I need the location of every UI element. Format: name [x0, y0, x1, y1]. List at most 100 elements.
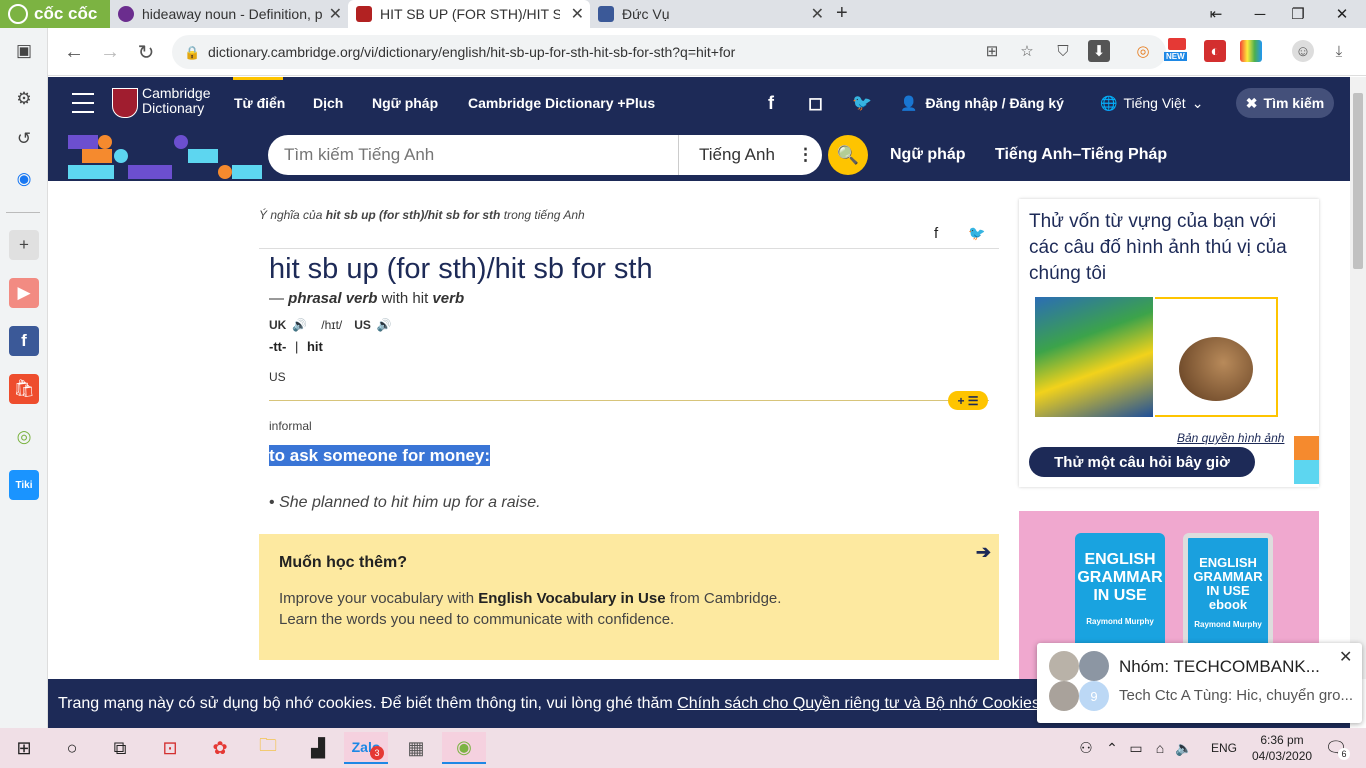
language-selector[interactable]: 🌐 Tiếng Việt ⌄	[1100, 77, 1203, 129]
cambridge-crest-icon	[112, 88, 138, 118]
nav-grammar[interactable]: Ngữ pháp	[372, 77, 438, 129]
chrome-ext-icon[interactable]: ◎	[1132, 40, 1154, 62]
forward-icon[interactable]: →	[94, 36, 126, 68]
download-page-icon[interactable]: ⬇	[1088, 40, 1110, 62]
news-extension-icon[interactable]: NEW	[1164, 38, 1190, 62]
tabs-menu-icon[interactable]: ⇤	[1194, 0, 1238, 28]
add-app-icon[interactable]: +	[9, 230, 39, 260]
twitter-icon[interactable]: 🐦	[852, 77, 872, 129]
inflection-1: -tt-	[269, 339, 287, 354]
back-icon[interactable]: ←	[58, 36, 90, 68]
share-facebook-icon[interactable]: f	[934, 225, 938, 242]
close-window-button[interactable]: ✕	[1320, 0, 1364, 28]
start-windows-icon[interactable]: ⊞	[2, 732, 46, 764]
translate-icon[interactable]: ⊞	[981, 40, 1003, 62]
close-tab-icon[interactable]: ✕	[329, 4, 342, 24]
screenshot-ext-icon[interactable]: ◐	[1204, 40, 1226, 62]
downloads-icon[interactable]: ⤓	[1328, 40, 1350, 62]
new-tab-button[interactable]: +	[836, 2, 848, 25]
search-language-dropdown[interactable]: Tiếng Anh ⋮	[678, 135, 822, 175]
learn-text-a: Improve your vocabulary with	[279, 590, 475, 607]
share-twitter-icon[interactable]: 🐦	[968, 225, 985, 242]
maximize-button[interactable]: ❐	[1276, 0, 1320, 28]
messenger-icon[interactable]: ◉	[9, 164, 39, 194]
learn-more-box[interactable]: Muốn học thêm? Improve your vocabulary w…	[259, 534, 999, 660]
app-icon[interactable]: ⊡	[148, 732, 192, 764]
oxford-favicon-icon	[118, 6, 134, 22]
arrow-right-icon[interactable]: ➔	[976, 542, 991, 563]
meaning-caption: Ý nghĩa của hit sb up (for sth)/hit sb f…	[259, 208, 585, 222]
example-bullet: •	[269, 494, 275, 511]
instagram-icon[interactable]: ◻	[808, 77, 823, 129]
cookie-policy-link[interactable]: Chính sách cho Quyền riêng tư và Bộ nhớ …	[677, 695, 1040, 713]
action-center-icon[interactable]: 🗨 6	[1316, 732, 1356, 764]
parrot-image	[1035, 297, 1153, 417]
browser-toolbar: ← → ↻ 🔒 dictionary.cambridge.org/vi/dict…	[48, 28, 1366, 76]
coccoc-map-icon[interactable]: ◎	[9, 422, 39, 452]
notification-count: 6	[1338, 748, 1350, 760]
hamburger-menu-icon[interactable]	[72, 93, 94, 113]
shield-icon[interactable]: ⛉	[1052, 40, 1074, 62]
quiz-button[interactable]: Thử một câu hỏi bây giờ	[1029, 447, 1255, 477]
clock-time: 6:36 pm	[1260, 733, 1304, 747]
close-icon[interactable]: ✕	[1339, 647, 1352, 667]
close-icon: ✖	[1245, 94, 1258, 111]
history-icon[interactable]: ↺	[9, 124, 39, 154]
volume-icon[interactable]: 🔈	[1172, 732, 1196, 764]
learn-book-link[interactable]: English Vocabulary in Use	[478, 590, 665, 607]
zalo-icon[interactable]: Zalo 3	[344, 732, 388, 764]
coccoc-taskbar-icon[interactable]: ◉	[442, 732, 486, 764]
strip-link-grammar[interactable]: Ngữ pháp	[890, 129, 966, 181]
search-button[interactable]: 🔍	[828, 135, 868, 175]
color-ext-icon[interactable]	[1240, 40, 1262, 62]
paint-icon[interactable]: ✿	[198, 732, 242, 764]
settings-icon[interactable]: ⚙	[9, 84, 39, 114]
us-audio-icon[interactable]: 🔊	[377, 318, 392, 332]
search-input[interactable]	[284, 135, 664, 175]
avatar	[1079, 651, 1109, 681]
user-icon: 👤	[900, 94, 918, 111]
login-link[interactable]: 👤 Đăng nhập / Đăng ký	[900, 77, 1064, 129]
youtube-icon[interactable]: ▶	[9, 278, 39, 308]
strip-link-en-fr[interactable]: Tiếng Anh–Tiếng Pháp	[995, 129, 1167, 181]
clock[interactable]: 6:36 pm 04/03/2020	[1252, 732, 1312, 764]
nav-translate[interactable]: Dịch	[313, 77, 343, 129]
facebook-icon[interactable]: f	[9, 326, 39, 356]
page-scrollbar[interactable]	[1350, 77, 1366, 679]
add-to-list-button[interactable]: + ☰	[948, 391, 988, 410]
chat-notification[interactable]: 9 Nhóm: TECHCOMBANK... Tech Ctc A Tùng: …	[1037, 643, 1362, 723]
bookmark-star-icon[interactable]: ☆	[1016, 40, 1038, 62]
facebook-icon[interactable]: f	[768, 77, 774, 129]
tab-cambridge[interactable]: HIT SB UP (FOR STH)/HIT SB F ✕	[348, 0, 590, 28]
site-logo[interactable]: Cambridge Dictionary	[142, 86, 210, 116]
scroll-thumb[interactable]	[1353, 93, 1363, 269]
app-icon-2[interactable]: ▦	[394, 732, 438, 764]
battery-icon[interactable]: ▭	[1124, 732, 1148, 764]
ad-book1-title: ENGLISH GRAMMAR IN USE	[1077, 551, 1163, 604]
network-icon[interactable]: ⌂	[1148, 732, 1172, 764]
uk-audio-icon[interactable]: 🔊	[292, 318, 307, 332]
profile-avatar[interactable]: ☺	[1292, 40, 1314, 62]
nav-plus[interactable]: Cambridge Dictionary +Plus	[468, 77, 655, 129]
chevron-up-icon[interactable]: ⌃	[1100, 732, 1124, 764]
sidebar-panel-icon[interactable]: ▣	[9, 36, 39, 66]
tab-hideaway[interactable]: hideaway noun - Definition, p ✕	[110, 0, 348, 28]
browser-menu-button[interactable]: cốc cốc	[0, 0, 110, 28]
avatar-count: 9	[1079, 681, 1109, 711]
close-tab-icon[interactable]: ✕	[571, 4, 584, 24]
tiki-icon[interactable]: Tiki	[9, 470, 39, 500]
image-credit[interactable]: Bản quyền hình ảnh	[1177, 431, 1284, 445]
shopee-icon[interactable]: 🛍	[9, 374, 39, 404]
tab-bar: cốc cốc hideaway noun - Definition, p ✕ …	[0, 0, 1366, 28]
search-circle-icon[interactable]: ○	[50, 732, 94, 764]
file-explorer-icon[interactable]: 🗀	[246, 732, 290, 764]
notes-icon[interactable]: ▟	[296, 732, 340, 764]
tab-facebook[interactable]: Đức Vụ ✕	[590, 0, 830, 28]
nav-dictionary[interactable]: Từ điển	[234, 77, 285, 129]
reload-icon[interactable]: ↻	[130, 36, 162, 68]
input-language[interactable]: ENG	[1204, 732, 1244, 764]
search-box: Tiếng Anh ⋮	[268, 135, 822, 175]
close-tab-icon[interactable]: ✕	[811, 4, 824, 24]
task-view-icon[interactable]: ⧉	[98, 732, 142, 764]
search-toggle-button[interactable]: ✖ Tìm kiếm	[1236, 88, 1334, 118]
